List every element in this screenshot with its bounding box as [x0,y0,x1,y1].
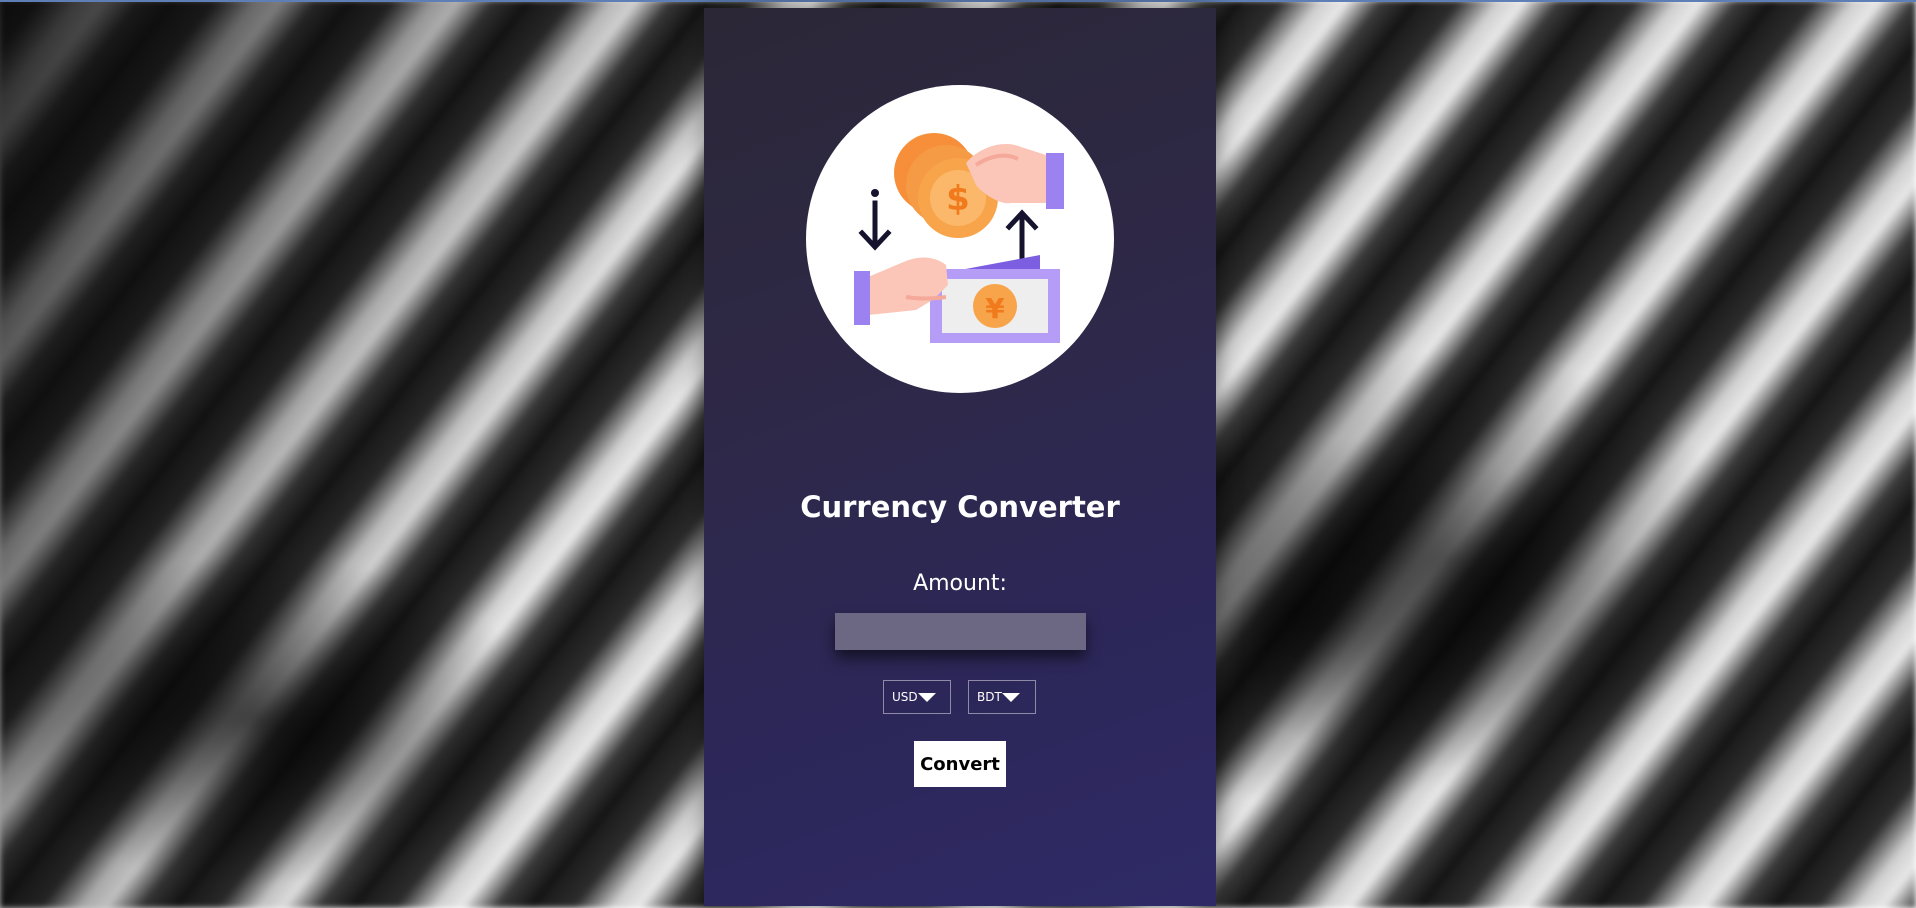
to-currency-select[interactable]: BDT [968,680,1036,714]
yen-sign-icon: ¥ [985,292,1005,325]
amount-input[interactable] [835,613,1086,650]
currency-exchange-icon: $ ¥ [854,133,1064,343]
window-top-border [0,0,1916,2]
background-shade-right [1210,0,1916,908]
from-currency-select[interactable]: USD [883,680,951,714]
arrow-up-icon [1005,209,1039,264]
dollar-sign-icon: $ [946,179,970,219]
amount-label: Amount: [913,571,1007,596]
chevron-down-icon [917,692,936,702]
top-cuff-icon [1046,153,1064,209]
convert-button[interactable]: Convert [914,741,1006,787]
bottom-cuff-icon [854,271,870,325]
page-title: Currency Converter [800,490,1120,524]
chevron-down-icon [1001,692,1020,702]
background-shade-left [0,0,700,908]
from-currency-value: USD [892,690,918,704]
arrow-down-icon [858,200,892,251]
converter-card: $ ¥ Currency Converter Amount: USD BDT C… [704,8,1216,906]
logo: $ ¥ [806,85,1114,393]
to-currency-value: BDT [977,690,1002,704]
